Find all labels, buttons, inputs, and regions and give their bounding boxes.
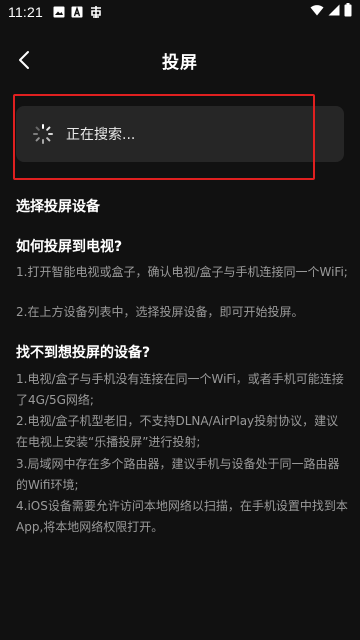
image-icon [53, 6, 65, 18]
not-found-step-4: 4.iOS设备需要允许访问本地网络以扫描，在手机设置中找到本App,将本地网络权… [16, 499, 348, 534]
search-status-text: 正在搜索... [66, 127, 136, 143]
how-to-cast-heading: 如何投屏到电视? [16, 239, 123, 255]
battery-icon [344, 3, 352, 21]
app-icon [89, 5, 103, 19]
status-time: 11:21 [8, 4, 43, 20]
not-found-step-3: 3.局域网中存在多个路由器，建议手机与设备处于同一路由器的Wifi环境; [16, 457, 340, 492]
not-found-step-1: 1.电视/盒子与手机没有连接在同一个WiFi，或者手机可能连接了4G/5G网络; [16, 372, 344, 407]
wifi-icon [310, 4, 324, 20]
page-title: 投屏 [162, 52, 198, 73]
not-found-heading: 找不到想投屏的设备? [16, 345, 151, 361]
device-search-card: 正在搜索... [16, 106, 344, 162]
how-step-1: 1.打开智能电视或盒子，确认电视/盒子与手机连接同一个WiFi; [16, 265, 348, 279]
nav-bar: 投屏 [0, 36, 360, 84]
how-step-2: 2.在上方设备列表中，选择投屏设备，即可开始投屏。 [16, 305, 304, 319]
signal-icon [328, 4, 340, 20]
a-box-icon [71, 6, 83, 18]
status-bar: 11:21 [0, 0, 360, 24]
back-button[interactable] [10, 46, 38, 74]
not-found-step-2: 2.电视/盒子机型老旧，不支持DLNA/AirPlay投射协议，建议在电视上安装… [16, 414, 339, 449]
chevron-left-icon [19, 51, 29, 69]
loading-spinner-icon [32, 123, 54, 145]
select-device-heading: 选择投屏设备 [16, 199, 100, 215]
